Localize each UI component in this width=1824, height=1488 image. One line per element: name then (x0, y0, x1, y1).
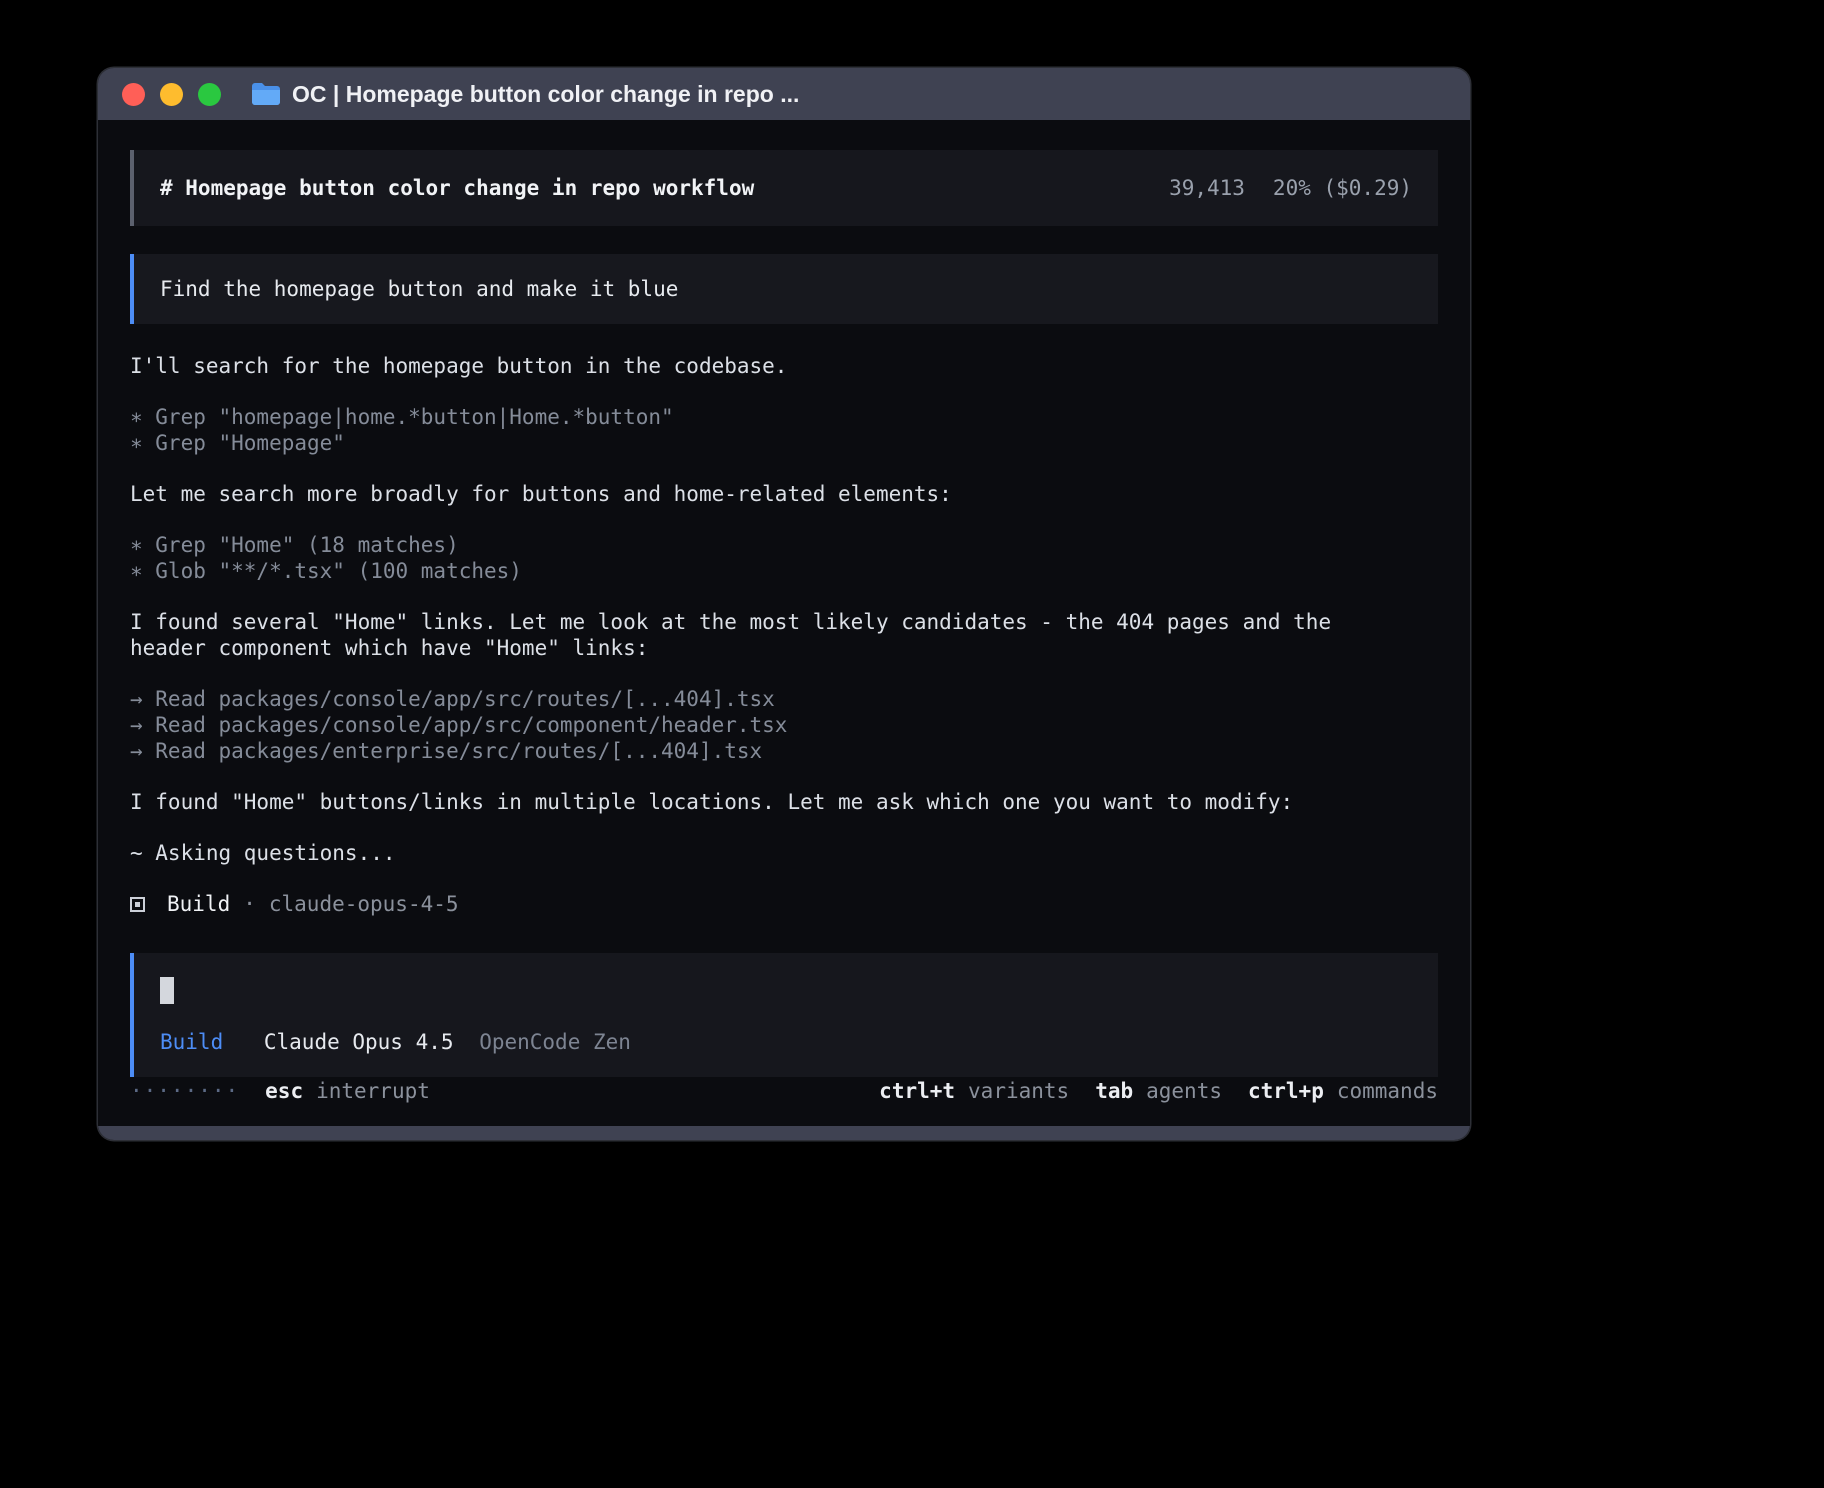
shortcut-key: tab (1095, 1078, 1133, 1104)
transcript-line: → Read packages/console/app/src/routes/[… (130, 686, 1370, 712)
minimize-button[interactable] (160, 83, 183, 106)
text-cursor (160, 977, 174, 1004)
transcript-line: Let me search more broadly for buttons a… (130, 481, 1370, 507)
session-title: # Homepage button color change in repo w… (160, 175, 754, 201)
shortcut-label: agents (1146, 1078, 1222, 1104)
agent-name: Build (167, 891, 230, 917)
shortcut-key: ctrl+t (879, 1078, 955, 1104)
shortcut-agents: tab agents (1095, 1078, 1222, 1104)
window-title: OC | Homepage button color change in rep… (292, 81, 799, 108)
transcript-paragraph: ~ Asking questions... (130, 840, 1370, 866)
shortcut-interrupt: esc interrupt (265, 1078, 430, 1104)
transcript: I'll search for the homepage button in t… (130, 353, 1370, 866)
prompt-meta: Build Claude Opus 4.5 OpenCode Zen (160, 1029, 1412, 1055)
transcript-paragraph: ∗ Grep "Home" (18 matches)∗ Glob "**/*.t… (130, 532, 1370, 584)
prompt-provider: OpenCode Zen (479, 1030, 631, 1054)
window-footer (98, 1126, 1470, 1140)
zoom-button[interactable] (198, 83, 221, 106)
transcript-paragraph: ∗ Grep "homepage|home.*button|Home.*butt… (130, 404, 1370, 456)
transcript-line: ∗ Grep "Home" (18 matches) (130, 532, 1370, 558)
session-header: # Homepage button color change in repo w… (130, 150, 1438, 226)
transcript-line: ∗ Glob "**/*.tsx" (100 matches) (130, 558, 1370, 584)
session-stats: 39,413 20% ($0.29) (1169, 175, 1412, 201)
shortcut-variants: ctrl+t variants (879, 1078, 1069, 1104)
spinner-dots: ········ (130, 1078, 239, 1104)
user-message: Find the homepage button and make it blu… (130, 254, 1438, 324)
terminal-window: OC | Homepage button color change in rep… (98, 68, 1470, 1140)
interrupt-label: interrupt (316, 1078, 430, 1104)
user-message-text: Find the homepage button and make it blu… (160, 277, 678, 301)
prompt-cursor-line[interactable] (160, 976, 1412, 1004)
prompt-input[interactable]: Build Claude Opus 4.5 OpenCode Zen (130, 953, 1438, 1077)
titlebar[interactable]: OC | Homepage button color change in rep… (98, 68, 1470, 120)
context-cost: 20% ($0.29) (1273, 175, 1412, 201)
agent-status-row: Build · claude-opus-4-5 (130, 891, 1438, 917)
esc-key-hint: esc (265, 1078, 303, 1104)
agent-model: claude-opus-4-5 (269, 891, 459, 917)
transcript-line: I'll search for the homepage button in t… (130, 353, 1370, 379)
transcript-paragraph: → Read packages/console/app/src/routes/[… (130, 686, 1370, 764)
status-bar-right: ctrl+t variants tab agents ctrl+p commands (879, 1078, 1438, 1104)
shortcut-label: variants (968, 1078, 1069, 1104)
shortcut-commands: ctrl+p commands (1248, 1078, 1438, 1104)
transcript-line: I found "Home" buttons/links in multiple… (130, 789, 1370, 815)
terminal-content: # Homepage button color change in repo w… (98, 120, 1470, 1126)
transcript-line: → Read packages/enterprise/src/routes/[.… (130, 738, 1370, 764)
transcript-line: ∗ Grep "Homepage" (130, 430, 1370, 456)
agent-icon (130, 897, 145, 912)
transcript-paragraph: I'll search for the homepage button in t… (130, 353, 1370, 379)
traffic-lights (122, 83, 221, 106)
shortcut-key: ctrl+p (1248, 1078, 1324, 1104)
prompt-model: Claude Opus 4.5 (264, 1030, 454, 1054)
status-bar-left: ········ esc interrupt (130, 1078, 430, 1104)
folder-icon (251, 82, 281, 106)
shortcut-label: commands (1337, 1078, 1438, 1104)
prompt-mode: Build (160, 1030, 223, 1054)
transcript-paragraph: I found several "Home" links. Let me loo… (130, 609, 1370, 661)
transcript-paragraph: I found "Home" buttons/links in multiple… (130, 789, 1370, 815)
transcript-line: ∗ Grep "homepage|home.*button|Home.*butt… (130, 404, 1370, 430)
transcript-line: ~ Asking questions... (130, 840, 1370, 866)
close-button[interactable] (122, 83, 145, 106)
agent-separator: · (243, 891, 256, 917)
transcript-line: I found several "Home" links. Let me loo… (130, 609, 1370, 661)
status-bar: ········ esc interrupt ctrl+t variants tab… (130, 1078, 1438, 1104)
transcript-line: → Read packages/console/app/src/componen… (130, 712, 1370, 738)
transcript-paragraph: Let me search more broadly for buttons a… (130, 481, 1370, 507)
token-count: 39,413 (1169, 175, 1245, 201)
